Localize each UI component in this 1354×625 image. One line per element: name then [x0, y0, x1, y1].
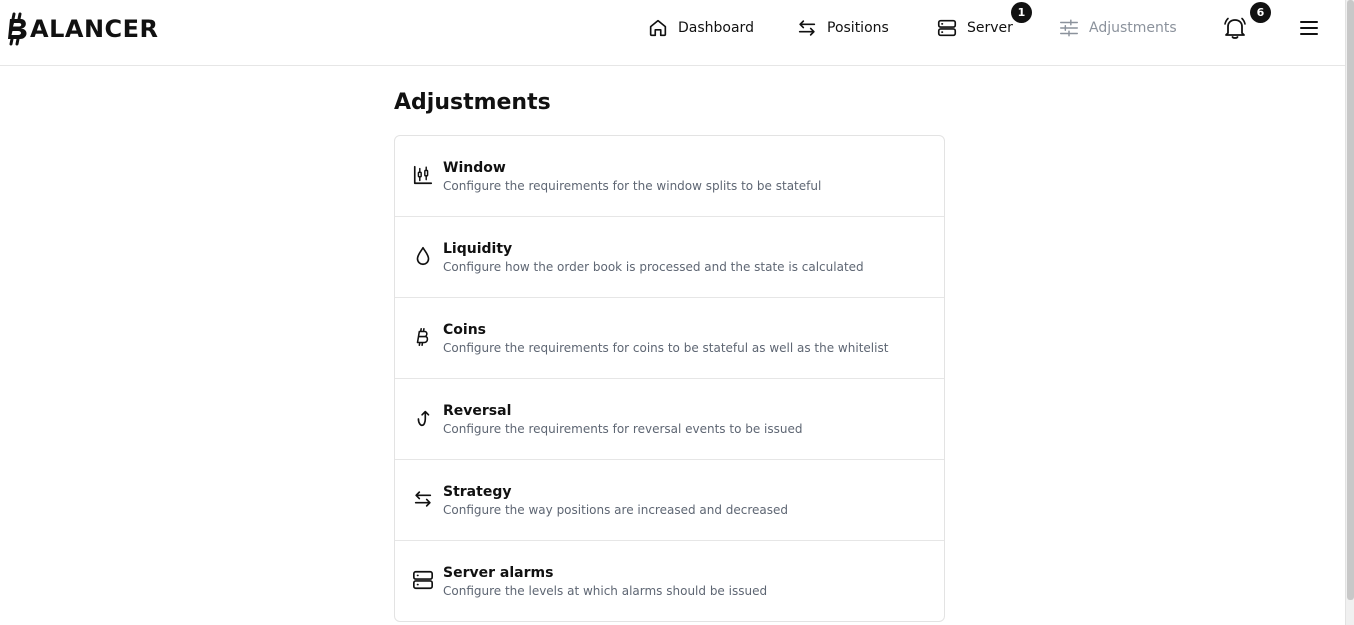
nav-dashboard[interactable]: Dashboard: [647, 16, 754, 40]
logo-text: ALANCER: [30, 15, 159, 43]
reversal-arrow-icon: [417, 410, 430, 427]
settings-item-strategy[interactable]: Strategy Configure the way positions are…: [395, 460, 944, 541]
nav-server[interactable]: Server: [936, 16, 1013, 40]
settings-item-description: Configure how the order book is processe…: [443, 260, 864, 274]
bell-icon[interactable]: [1222, 15, 1248, 41]
settings-list: Window Configure the requirements for th…: [394, 135, 945, 622]
home-icon: [649, 19, 667, 37]
settings-item-title: Window: [443, 160, 506, 176]
scrollbar-thumb[interactable]: [1347, 0, 1354, 600]
settings-item-title: Server alarms: [443, 565, 554, 581]
arrows-left-right-icon: [414, 491, 432, 507]
top-navigation-bar: ALANCER Dashboard Positions Server 1 Adj…: [0, 0, 1345, 66]
notifications-count-badge: 6: [1250, 2, 1271, 23]
settings-item-title: Reversal: [443, 403, 512, 419]
page-scrollbar[interactable]: [1345, 0, 1354, 625]
nav-positions-label: Positions: [827, 20, 889, 36]
nav-dashboard-label: Dashboard: [678, 20, 754, 36]
bitcoin-icon: [416, 327, 429, 347]
hamburger-menu-icon[interactable]: [1298, 18, 1320, 38]
droplet-icon: [416, 246, 430, 266]
server-icon: [413, 570, 433, 590]
settings-item-description: Configure the way positions are increase…: [443, 503, 789, 517]
settings-item-server-alarms[interactable]: Server alarms Configure the levels at wh…: [395, 541, 944, 621]
nav-adjustments-label: Adjustments: [1089, 20, 1177, 36]
page-title: Adjustments: [394, 90, 551, 115]
settings-item-title: Coins: [443, 322, 486, 338]
settings-item-title: Strategy: [443, 484, 512, 500]
settings-item-description: Configure the requirements for the windo…: [443, 179, 822, 193]
settings-item-coins[interactable]: Coins Configure the requirements for coi…: [395, 298, 944, 379]
server-count-badge: 1: [1011, 2, 1032, 23]
nav-positions[interactable]: Positions: [796, 16, 889, 40]
settings-item-window[interactable]: Window Configure the requirements for th…: [395, 136, 944, 217]
balancer-logo[interactable]: ALANCER: [5, 12, 159, 46]
settings-item-description: Configure the requirements for coins to …: [443, 341, 889, 355]
arrows-left-right-icon: [798, 20, 816, 36]
settings-item-liquidity[interactable]: Liquidity Configure how the order book i…: [395, 217, 944, 298]
sliders-icon: [1060, 19, 1078, 37]
settings-item-description: Configure the levels at which alarms sho…: [443, 584, 768, 598]
settings-item-title: Liquidity: [443, 241, 513, 257]
settings-item-description: Configure the requirements for reversal …: [443, 422, 803, 436]
candlestick-chart-icon: [413, 165, 433, 185]
server-icon: [937, 19, 957, 37]
bitcoin-b-logo-icon: [8, 12, 27, 46]
nav-server-label: Server: [967, 20, 1013, 36]
nav-adjustments[interactable]: Adjustments: [1058, 16, 1177, 40]
settings-item-reversal[interactable]: Reversal Configure the requirements for …: [395, 379, 944, 460]
